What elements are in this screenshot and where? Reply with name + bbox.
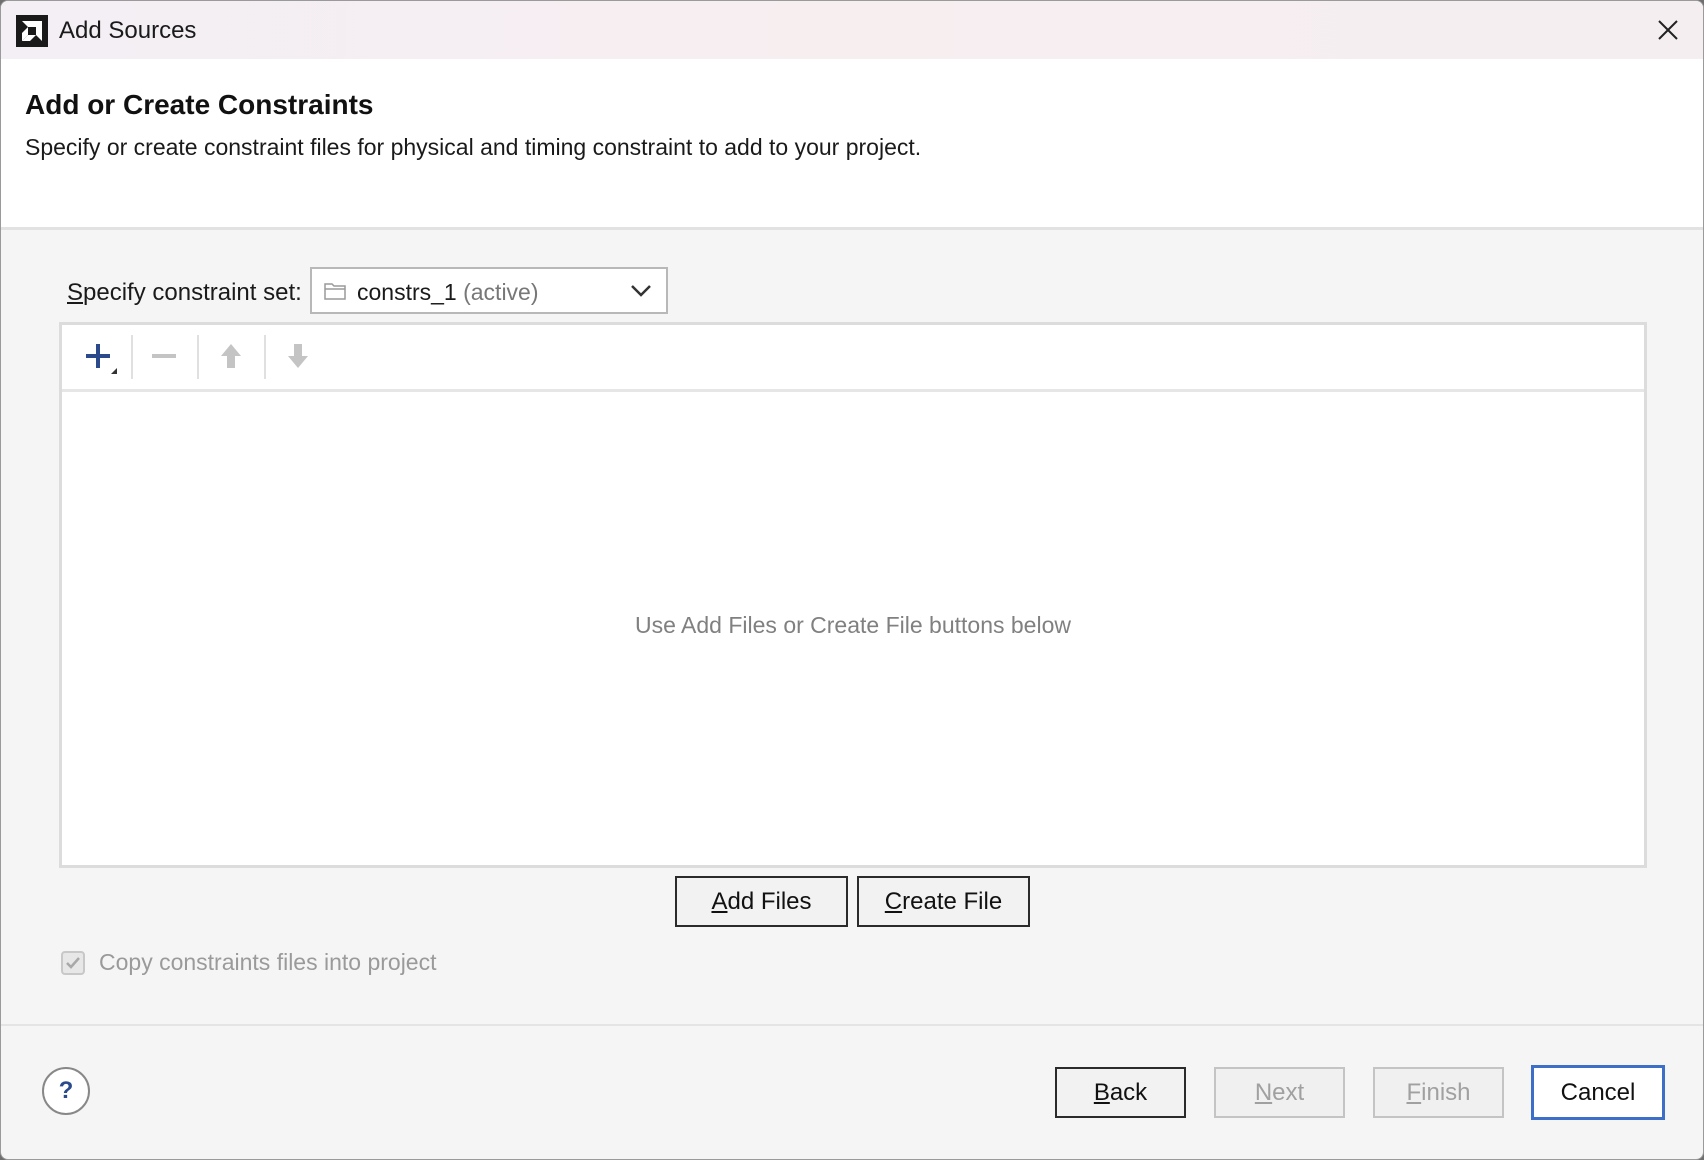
back-label: ack bbox=[1109, 1078, 1148, 1106]
arrow-down-icon bbox=[288, 344, 308, 368]
back-button[interactable]: Back bbox=[1055, 1067, 1186, 1118]
copy-constraints-checkbox[interactable] bbox=[61, 950, 85, 975]
add-file-menu-button[interactable] bbox=[70, 333, 126, 379]
constraint-set-name: constrs_1 bbox=[357, 279, 457, 305]
minus-icon bbox=[152, 354, 176, 358]
next-mnemonic: N bbox=[1254, 1078, 1273, 1106]
finish-label: inish bbox=[1421, 1078, 1471, 1106]
next-button[interactable]: Next bbox=[1214, 1067, 1345, 1118]
toolbar-separator bbox=[197, 335, 199, 379]
move-down-button[interactable] bbox=[270, 333, 326, 379]
next-label: ext bbox=[1272, 1078, 1305, 1106]
constraint-set-label-text: pecify constraint set: bbox=[83, 279, 302, 306]
constraint-set-value: constrs_1 (active) bbox=[357, 279, 539, 306]
add-files-label: dd Files bbox=[727, 887, 812, 915]
plus-icon bbox=[86, 344, 117, 374]
copy-constraints-label: Copy constraints files into project bbox=[99, 949, 437, 975]
add-files-mnemonic: A bbox=[711, 887, 728, 915]
move-up-button[interactable] bbox=[203, 333, 259, 379]
constraint-set-label: Specify constraint set: bbox=[67, 279, 302, 307]
toolbar-separator bbox=[264, 335, 266, 379]
finish-button[interactable]: Finish bbox=[1373, 1067, 1504, 1118]
footer-divider bbox=[1, 1024, 1703, 1026]
cancel-button[interactable]: Cancel bbox=[1531, 1065, 1665, 1120]
arrow-up-icon bbox=[221, 344, 241, 368]
remove-file-button[interactable] bbox=[136, 333, 192, 379]
amd-logo-icon bbox=[16, 15, 48, 47]
checkmark-icon bbox=[66, 956, 80, 969]
folder-icon bbox=[324, 283, 346, 300]
constraint-set-dropdown[interactable]: constrs_1 (active) bbox=[310, 267, 668, 314]
create-file-label: reate File bbox=[902, 887, 1003, 915]
constraint-files-panel: Use Add Files or Create File buttons bel… bbox=[59, 322, 1647, 868]
finish-mnemonic: F bbox=[1406, 1078, 1422, 1106]
page-title: Add or Create Constraints bbox=[25, 89, 374, 120]
file-list[interactable]: Use Add Files or Create File buttons bel… bbox=[62, 392, 1644, 865]
empty-list-hint: Use Add Files or Create File buttons bel… bbox=[635, 612, 1071, 638]
create-file-button[interactable]: Create File bbox=[857, 876, 1030, 927]
create-file-mnemonic: C bbox=[884, 887, 903, 915]
page-header: Add or Create Constraints Specify or cre… bbox=[1, 59, 1703, 230]
back-mnemonic: B bbox=[1093, 1078, 1110, 1106]
add-files-button[interactable]: Add Files bbox=[675, 876, 848, 927]
help-button[interactable]: ? bbox=[42, 1067, 90, 1115]
toolbar-separator bbox=[131, 335, 133, 379]
chevron-down-icon bbox=[631, 285, 651, 297]
window-title: Add Sources bbox=[59, 17, 197, 44]
page-description: Specify or create constraint files for p… bbox=[25, 134, 922, 160]
file-list-toolbar bbox=[62, 325, 1644, 392]
copy-constraints-option: Copy constraints files into project bbox=[61, 949, 437, 976]
close-icon bbox=[1658, 20, 1678, 40]
constraint-set-label-mnemonic: S bbox=[67, 279, 84, 306]
add-sources-dialog: Add Sources Add or Create Constraints Sp… bbox=[0, 0, 1704, 1160]
constraint-set-active-badge: (active) bbox=[463, 279, 539, 305]
title-bar: Add Sources bbox=[1, 1, 1703, 59]
close-button[interactable] bbox=[1633, 1, 1703, 59]
